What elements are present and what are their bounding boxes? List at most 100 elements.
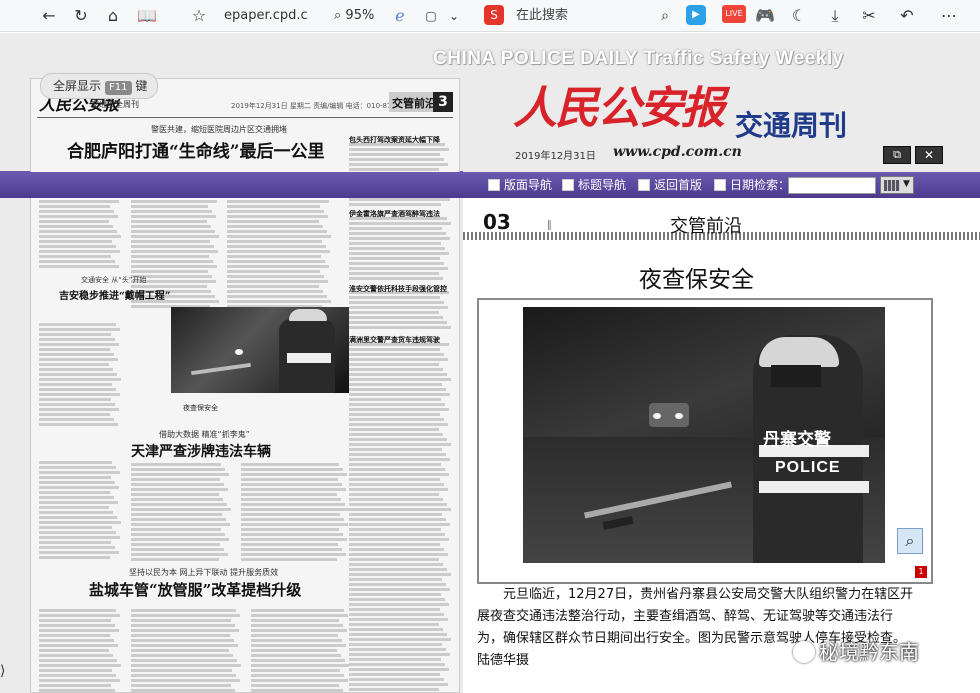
- paper-text-line: [227, 225, 323, 228]
- paper-text-line: [251, 639, 342, 642]
- favorite-star-icon[interactable]: ☆: [188, 5, 210, 27]
- paper-text-line: [39, 471, 120, 474]
- reading-mode-icon[interactable]: 📖: [136, 5, 158, 27]
- ie-mode-icon[interactable]: ℯ: [390, 5, 410, 27]
- paper-text-line: [349, 363, 439, 366]
- address-bar[interactable]: epaper.cpd.c: [224, 7, 316, 25]
- live-icon[interactable]: LIVE: [722, 5, 746, 23]
- paper-text-line: [349, 543, 440, 546]
- paper-text-line: [131, 679, 240, 682]
- dropdown-chevron-icon[interactable]: ⌄: [445, 5, 463, 27]
- paper-text-line: [349, 518, 446, 521]
- paper-text-line: [131, 553, 228, 556]
- paper-text-line: [349, 673, 440, 676]
- video-app-icon[interactable]: ▶: [686, 5, 706, 25]
- more-menu-icon[interactable]: ⋯: [938, 5, 960, 27]
- zoom-indicator[interactable]: ⌕ 95%: [334, 7, 384, 25]
- screenshot-icon[interactable]: ▢: [422, 5, 440, 27]
- paper-text-line: [131, 644, 238, 647]
- paper-text-line: [349, 433, 443, 436]
- paper-text-line: [349, 272, 439, 275]
- paper-text-line: [349, 663, 445, 666]
- paper-text-line: [241, 533, 343, 536]
- paper-text-line: [131, 548, 224, 551]
- paper-text-line: [241, 483, 342, 486]
- paper-text-line: [131, 463, 221, 466]
- paper-text-line: [39, 639, 114, 642]
- article-photo-frame[interactable]: 丹寨交警 POLICE ⌕ 1: [477, 298, 933, 584]
- paper-photo[interactable]: [171, 307, 349, 393]
- paper-text-line: [349, 538, 449, 541]
- nav-page-navigation[interactable]: 版面导航: [488, 176, 552, 194]
- close-icon[interactable]: ✕: [915, 146, 943, 164]
- paper-text-line: [349, 638, 451, 641]
- nav-label: 日期检索：: [730, 178, 791, 192]
- game-controller-icon[interactable]: 🎮: [754, 5, 776, 27]
- paper-text-line: [227, 200, 329, 203]
- newspaper-page-thumbnail[interactable]: 人民公安报 交通安全周刊 2019年12月31日 星期二 责编/编辑 电话：01…: [30, 78, 460, 693]
- nav-back-to-front[interactable]: 返回首版: [638, 176, 702, 194]
- paper-text-line: [39, 546, 115, 549]
- paper-text-line: [349, 583, 446, 586]
- undo-icon[interactable]: ↶: [896, 5, 918, 27]
- magnify-icon[interactable]: ⌕: [897, 528, 923, 554]
- cut-tool-icon[interactable]: ✂: [858, 5, 880, 27]
- paper-text-line: [39, 393, 120, 396]
- paper-text-line: [131, 523, 230, 526]
- paper-text-line: [349, 368, 443, 371]
- paper-text-line: [39, 496, 114, 499]
- paper-text-line: [39, 531, 116, 534]
- paper-text-line: [241, 463, 339, 466]
- search-box-icon[interactable]: ⌕: [654, 5, 676, 27]
- paper-text-line: [39, 466, 116, 469]
- paper-text-line: [39, 619, 111, 622]
- paper-photo-vest-band: [287, 353, 331, 363]
- paper-text-line: [131, 614, 240, 617]
- paper-text-line: [349, 508, 451, 511]
- paper-text-line: [39, 338, 115, 341]
- fullscreen-key: F11: [105, 81, 132, 95]
- search-engine-icon[interactable]: S: [484, 5, 504, 25]
- page-nav-icon: [488, 179, 500, 191]
- date-search-input[interactable]: [788, 177, 876, 194]
- home-icon[interactable]: ⌂: [102, 5, 124, 27]
- paper-text-line: [131, 543, 220, 546]
- paper-text-line: [349, 388, 446, 391]
- refresh-icon[interactable]: ↻: [70, 5, 92, 27]
- back-icon[interactable]: ←: [38, 5, 60, 27]
- paper-text-line: [349, 598, 445, 601]
- paper-text-line: [349, 473, 449, 476]
- paper-text-line: [349, 478, 440, 481]
- fullscreen-hint[interactable]: 全屏显示 F11 键: [40, 73, 158, 99]
- paper-text-line: [39, 215, 118, 218]
- left-arrow-icon[interactable]: ⟩: [0, 663, 12, 683]
- nav-title-navigation[interactable]: 标题导航: [562, 176, 626, 194]
- watermark-text: 秘境黔东南: [819, 640, 919, 664]
- paper-text-line: [131, 498, 223, 501]
- paper-text-line: [39, 536, 120, 539]
- night-mode-icon[interactable]: ☾: [788, 5, 810, 27]
- paper-text-line: [349, 463, 441, 466]
- search-input[interactable]: 在此搜索: [516, 7, 666, 25]
- restore-window-icon[interactable]: ⧉: [883, 146, 911, 164]
- paper-text-line: [39, 551, 119, 554]
- paper-text-line: [39, 323, 116, 326]
- calendar-icon: [714, 179, 726, 191]
- paper-text-line: [131, 230, 215, 233]
- paper-text-line: [39, 368, 113, 371]
- paper-text-line: [39, 230, 117, 233]
- paper-text-line: [131, 619, 231, 622]
- paper-text-line: [349, 418, 444, 421]
- paper-text-line: [131, 629, 239, 632]
- paper-text-line: [349, 603, 449, 606]
- calendar-picker-button[interactable]: ▼: [880, 176, 914, 194]
- paper-text-line: [227, 280, 328, 283]
- paper-text-line: [349, 158, 444, 161]
- paper-text-line: [39, 333, 111, 336]
- paper-text-line: [349, 493, 439, 496]
- paper-text-line: [39, 674, 116, 677]
- paper-text-line: [39, 461, 112, 464]
- download-icon[interactable]: ⤓: [824, 5, 846, 27]
- paper-text-line: [241, 543, 338, 546]
- paper-text-line: [39, 343, 119, 346]
